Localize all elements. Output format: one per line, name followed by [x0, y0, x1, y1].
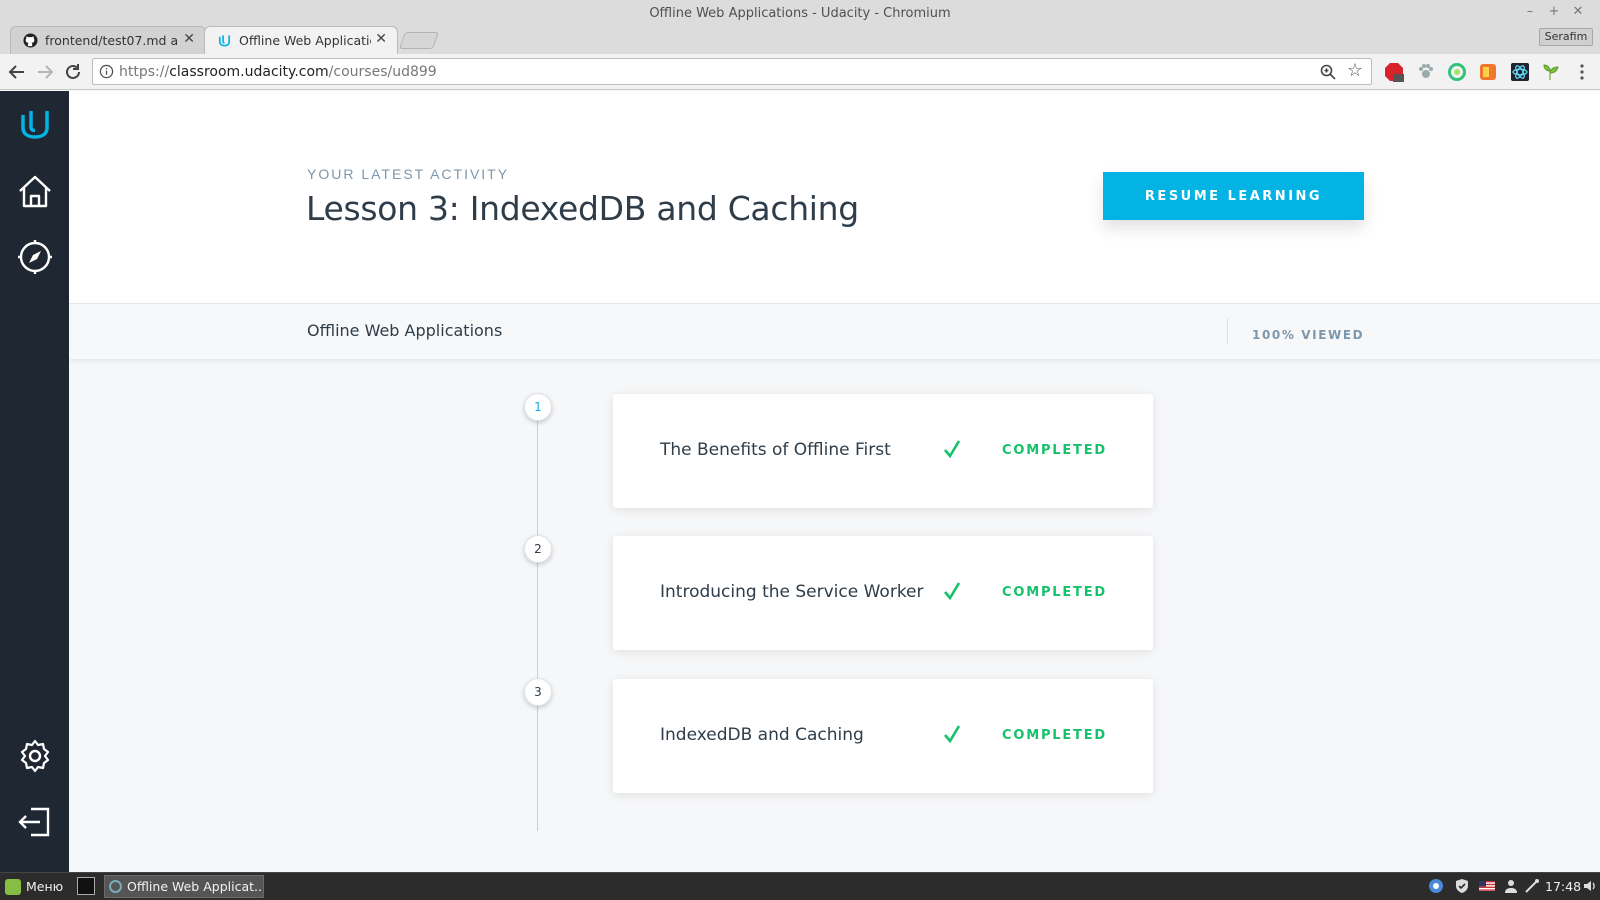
taskbar-window-chromium[interactable]: Offline Web Applicat... [104, 875, 264, 898]
maximize-button[interactable]: + [1546, 4, 1562, 19]
network-icon[interactable] [1524, 878, 1540, 894]
adblock-plus-icon[interactable] [1384, 62, 1404, 82]
lesson-title[interactable]: Lesson 3: IndexedDB and Caching [306, 189, 859, 228]
lesson-card-1[interactable]: The Benefits of Offline First COMPLETED [613, 394, 1153, 508]
latest-activity-section: YOUR LATEST ACTIVITY Lesson 3: IndexedDB… [69, 91, 1600, 303]
lesson-status: COMPLETED [1002, 728, 1107, 743]
tab-udacity[interactable]: Offline Web Application ✕ [204, 26, 398, 54]
explore-compass-icon[interactable] [15, 237, 55, 277]
divider [1227, 318, 1228, 344]
github-icon [23, 33, 38, 48]
close-window-button[interactable]: ✕ [1570, 4, 1586, 19]
checkmark-icon [944, 440, 961, 459]
close-tab-icon[interactable]: ✕ [375, 31, 387, 47]
new-tab-button[interactable] [398, 32, 440, 49]
tab-label: Offline Web Application [239, 33, 371, 48]
lesson-card-title: Introducing the Service Worker [660, 582, 924, 602]
lesson-number-2: 2 [524, 535, 552, 563]
lesson-number-1: 1 [524, 393, 552, 421]
os-taskbar: Меню Offline Web Applicat... 17:48 [0, 872, 1600, 900]
course-bar: Offline Web Applications 100% VIEWED [69, 303, 1600, 359]
course-page: YOUR LATEST ACTIVITY Lesson 3: IndexedDB… [69, 91, 1600, 872]
checkmark-icon [944, 725, 961, 744]
progress-label: 100% VIEWED [1252, 328, 1365, 342]
sprout-extension-icon[interactable] [1541, 62, 1561, 82]
browser-toolbar: https://classroom.udacity.com/courses/ud… [0, 54, 1600, 90]
resume-learning-button[interactable]: RESUME LEARNING [1103, 172, 1364, 220]
mint-logo-icon [5, 879, 21, 895]
reload-icon[interactable] [62, 61, 84, 83]
window-titlebar: Offline Web Applications - Udacity - Chr… [0, 0, 1600, 26]
green-circle-extension-icon[interactable] [1447, 62, 1467, 82]
us-flag-icon[interactable] [1479, 878, 1495, 894]
lesson-card-2[interactable]: Introducing the Service Worker COMPLETED [613, 536, 1153, 650]
clock[interactable]: 17:48 [1545, 879, 1581, 894]
logout-icon[interactable] [15, 802, 55, 842]
lesson-status: COMPLETED [1002, 443, 1107, 458]
shield-check-icon[interactable] [1454, 878, 1470, 894]
terminal-icon[interactable] [77, 877, 95, 895]
bookmark-star-icon[interactable]: ☆ [1347, 60, 1363, 81]
udacity-logo-icon[interactable] [15, 105, 55, 145]
url-text: https://classroom.udacity.com/courses/ud… [119, 64, 437, 80]
minimize-button[interactable]: – [1522, 4, 1538, 19]
tab-strip: frontend/test07.md at m ✕ Offline Web Ap… [0, 26, 1600, 54]
lesson-card-3[interactable]: IndexedDB and Caching COMPLETED [613, 679, 1153, 793]
user-icon[interactable] [1503, 878, 1519, 894]
course-name: Offline Web Applications [307, 321, 503, 340]
orange-extension-icon[interactable] [1478, 62, 1498, 82]
tab-github[interactable]: frontend/test07.md at m ✕ [10, 26, 206, 54]
checkmark-icon [944, 582, 961, 601]
profile-button[interactable]: Serafim [1539, 28, 1593, 46]
address-bar[interactable]: https://classroom.udacity.com/courses/ud… [92, 58, 1372, 85]
more-menu-icon[interactable] [1572, 62, 1592, 82]
lesson-status: COMPLETED [1002, 585, 1107, 600]
settings-gear-icon[interactable] [15, 736, 55, 776]
volume-icon[interactable] [1582, 878, 1598, 894]
menu-label: Меню [26, 879, 64, 894]
chromium-icon [109, 880, 122, 893]
taskbar-window-label: Offline Web Applicat... [127, 879, 264, 894]
lesson-timeline [537, 411, 538, 831]
react-devtools-icon[interactable] [1510, 62, 1530, 82]
lesson-number-3: 3 [524, 678, 552, 706]
close-tab-icon[interactable]: ✕ [183, 31, 195, 47]
window-title: Offline Web Applications - Udacity - Chr… [649, 6, 951, 21]
tab-label: frontend/test07.md at m [45, 33, 177, 48]
chromium-icon[interactable] [1428, 878, 1444, 894]
zoom-icon[interactable] [1319, 63, 1337, 81]
latest-activity-label: YOUR LATEST ACTIVITY [307, 166, 510, 182]
home-icon[interactable] [15, 172, 55, 212]
forward-arrow-icon[interactable] [34, 61, 56, 83]
site-info-icon[interactable] [99, 64, 114, 79]
lesson-card-title: The Benefits of Offline First [660, 440, 891, 460]
back-arrow-icon[interactable] [6, 61, 28, 83]
paw-extension-icon[interactable] [1416, 62, 1436, 82]
udacity-logo-icon [218, 35, 231, 47]
lesson-card-title: IndexedDB and Caching [660, 725, 864, 745]
start-menu-button[interactable]: Меню [2, 876, 63, 898]
udacity-sidebar [0, 91, 69, 872]
